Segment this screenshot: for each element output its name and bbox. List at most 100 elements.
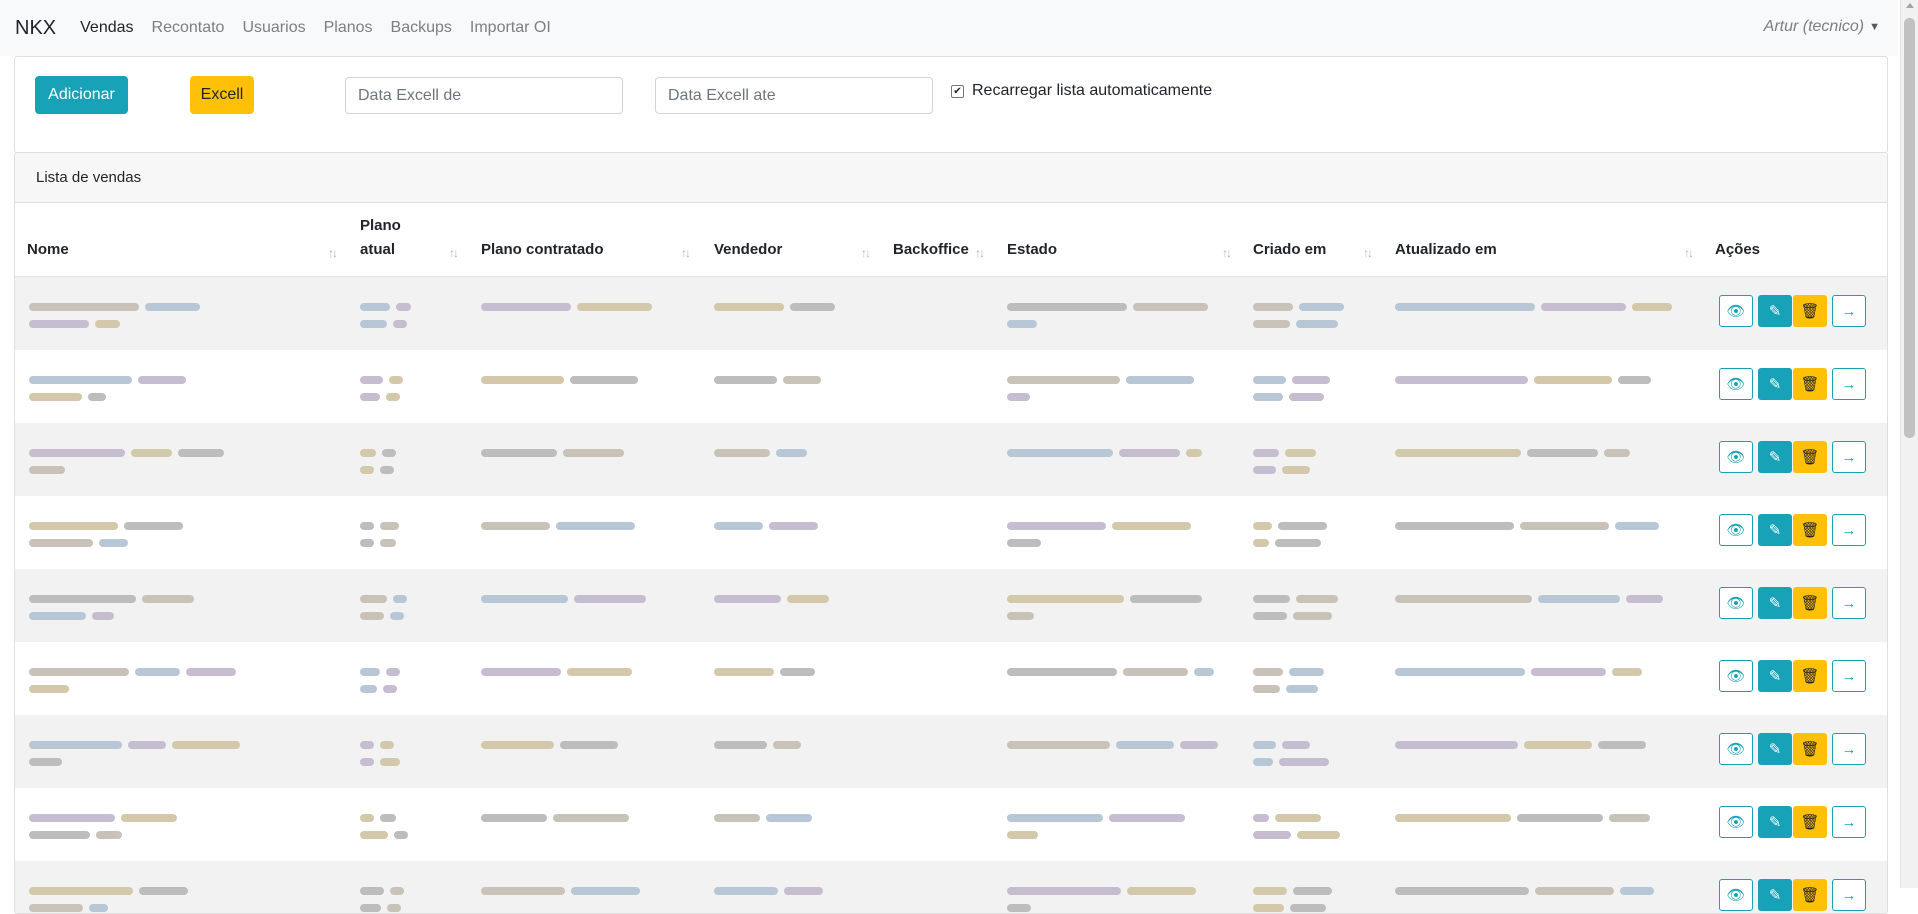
obscured-cell	[1007, 589, 1227, 625]
sort-arrows-icon[interactable]: ↑↓	[449, 246, 459, 260]
nav-item-usuarios[interactable]: Usuarios	[242, 19, 305, 37]
table-row[interactable]: 👁 ✎ 🗑 →	[15, 496, 1887, 569]
table-row[interactable]: 👁 ✎ 🗑 →	[15, 569, 1887, 642]
obscured-text	[1007, 376, 1120, 384]
edit-button[interactable]: ✎	[1758, 514, 1792, 546]
page-scrollbar[interactable]	[1900, 0, 1918, 888]
view-button[interactable]: 👁	[1719, 441, 1753, 473]
obscured-text	[1007, 522, 1106, 530]
sort-arrows-icon[interactable]: ↑↓	[1363, 246, 1373, 260]
view-button[interactable]: 👁	[1719, 879, 1753, 911]
table-row[interactable]: 👁 ✎ 🗑 →	[15, 788, 1887, 861]
brand-logo[interactable]: NKX	[15, 17, 56, 40]
auto-reload-checkbox[interactable]: ✔	[951, 84, 964, 98]
view-button[interactable]: 👁	[1719, 368, 1753, 400]
edit-button[interactable]: ✎	[1758, 587, 1792, 619]
obscured-text	[1296, 595, 1338, 603]
open-button[interactable]: →	[1832, 295, 1866, 327]
column-header-atualizado-em[interactable]: Atualizado em	[1395, 238, 1497, 262]
view-button[interactable]: 👁	[1719, 587, 1753, 619]
obscured-cell	[1395, 516, 1695, 552]
column-header-backoffice[interactable]: Backoffice	[893, 238, 969, 262]
open-button[interactable]: →	[1832, 441, 1866, 473]
nav-item-backups[interactable]: Backups	[391, 19, 452, 37]
arrow-right-icon: →	[1841, 740, 1857, 758]
open-button[interactable]: →	[1832, 879, 1866, 911]
view-button[interactable]: 👁	[1719, 295, 1753, 327]
nav-item-recontato[interactable]: Recontato	[152, 19, 225, 37]
edit-button[interactable]: ✎	[1758, 295, 1792, 327]
column-header-plano-contratado[interactable]: Plano contratado	[481, 238, 604, 262]
edit-button[interactable]: ✎	[1758, 806, 1792, 838]
column-header-plano-atual[interactable]: Plano atual	[360, 214, 420, 262]
edit-button[interactable]: ✎	[1758, 733, 1792, 765]
user-menu[interactable]: Artur (tecnico) ▼	[1764, 18, 1880, 36]
obscured-cell	[1007, 735, 1227, 771]
sort-arrows-icon[interactable]: ↑↓	[861, 246, 871, 260]
open-button[interactable]: →	[1832, 660, 1866, 692]
obscured-text	[1253, 539, 1269, 547]
column-header-criado-em[interactable]: Criado em	[1253, 238, 1326, 262]
open-button[interactable]: →	[1832, 587, 1866, 619]
view-button[interactable]: 👁	[1719, 733, 1753, 765]
excel-button[interactable]: Excell	[190, 76, 254, 114]
obscured-text	[1007, 668, 1117, 676]
obscured-text	[563, 449, 624, 457]
scrollbar-thumb[interactable]	[1904, 18, 1915, 438]
delete-button[interactable]: 🗑	[1793, 879, 1827, 911]
view-button[interactable]: 👁	[1719, 514, 1753, 546]
column-header-vendedor[interactable]: Vendedor	[714, 238, 782, 262]
delete-button[interactable]: 🗑	[1793, 514, 1827, 546]
table-row[interactable]: 👁 ✎ 🗑 →	[15, 423, 1887, 496]
nav-item-vendas[interactable]: Vendas	[80, 19, 133, 37]
open-button[interactable]: →	[1832, 514, 1866, 546]
sort-arrows-icon[interactable]: ↑↓	[328, 246, 338, 260]
column-header-estado[interactable]: Estado	[1007, 238, 1057, 262]
eye-icon: 👁	[1726, 668, 1746, 685]
table-row[interactable]: 👁 ✎ 🗑 →	[15, 715, 1887, 788]
table-row[interactable]: 👁 ✎ 🗑 →	[15, 277, 1887, 350]
obscured-text	[1109, 814, 1185, 822]
nav-item-planos[interactable]: Planos	[324, 19, 373, 37]
delete-button[interactable]: 🗑	[1793, 368, 1827, 400]
obscured-text	[29, 303, 139, 311]
excel-date-to-input[interactable]	[655, 77, 933, 114]
obscured-text	[1112, 522, 1191, 530]
nav-item-importar-oi[interactable]: Importar OI	[470, 19, 551, 37]
delete-button[interactable]: 🗑	[1793, 587, 1827, 619]
edit-button[interactable]: ✎	[1758, 441, 1792, 473]
view-button[interactable]: 👁	[1719, 660, 1753, 692]
row-actions: 👁 ✎ 🗑 →	[1719, 295, 1867, 327]
open-button[interactable]: →	[1832, 733, 1866, 765]
table-row[interactable]: 👁 ✎ 🗑 →	[15, 642, 1887, 715]
eye-icon: 👁	[1726, 376, 1746, 393]
column-header-nome[interactable]: Nome	[27, 238, 69, 262]
edit-button[interactable]: ✎	[1758, 368, 1792, 400]
excel-date-from-input[interactable]	[345, 77, 623, 114]
obscured-text	[1253, 831, 1291, 839]
obscured-cell	[714, 297, 934, 333]
open-button[interactable]: →	[1832, 368, 1866, 400]
add-button[interactable]: Adicionar	[35, 76, 128, 114]
obscured-text	[1127, 887, 1196, 895]
delete-button[interactable]: 🗑	[1793, 441, 1827, 473]
obscured-cell	[481, 808, 701, 844]
sort-arrows-icon[interactable]: ↑↓	[1684, 246, 1694, 260]
edit-button[interactable]: ✎	[1758, 879, 1792, 911]
scroll-up-icon[interactable]	[1906, 3, 1914, 8]
delete-button[interactable]: 🗑	[1793, 660, 1827, 692]
open-button[interactable]: →	[1832, 806, 1866, 838]
view-button[interactable]: 👁	[1719, 806, 1753, 838]
sort-arrows-icon[interactable]: ↑↓	[681, 246, 691, 260]
obscured-text	[383, 685, 397, 693]
obscured-text	[1531, 668, 1606, 676]
sort-arrows-icon[interactable]: ↑↓	[975, 246, 985, 260]
delete-button[interactable]: 🗑	[1793, 295, 1827, 327]
delete-button[interactable]: 🗑	[1793, 733, 1827, 765]
sort-arrows-icon[interactable]: ↑↓	[1222, 246, 1232, 260]
delete-button[interactable]: 🗑	[1793, 806, 1827, 838]
edit-button[interactable]: ✎	[1758, 660, 1792, 692]
obscured-text	[360, 320, 387, 328]
table-row[interactable]: 👁 ✎ 🗑 →	[15, 350, 1887, 423]
auto-reload-option[interactable]: ✔ Recarregar lista automaticamente	[951, 82, 1212, 100]
